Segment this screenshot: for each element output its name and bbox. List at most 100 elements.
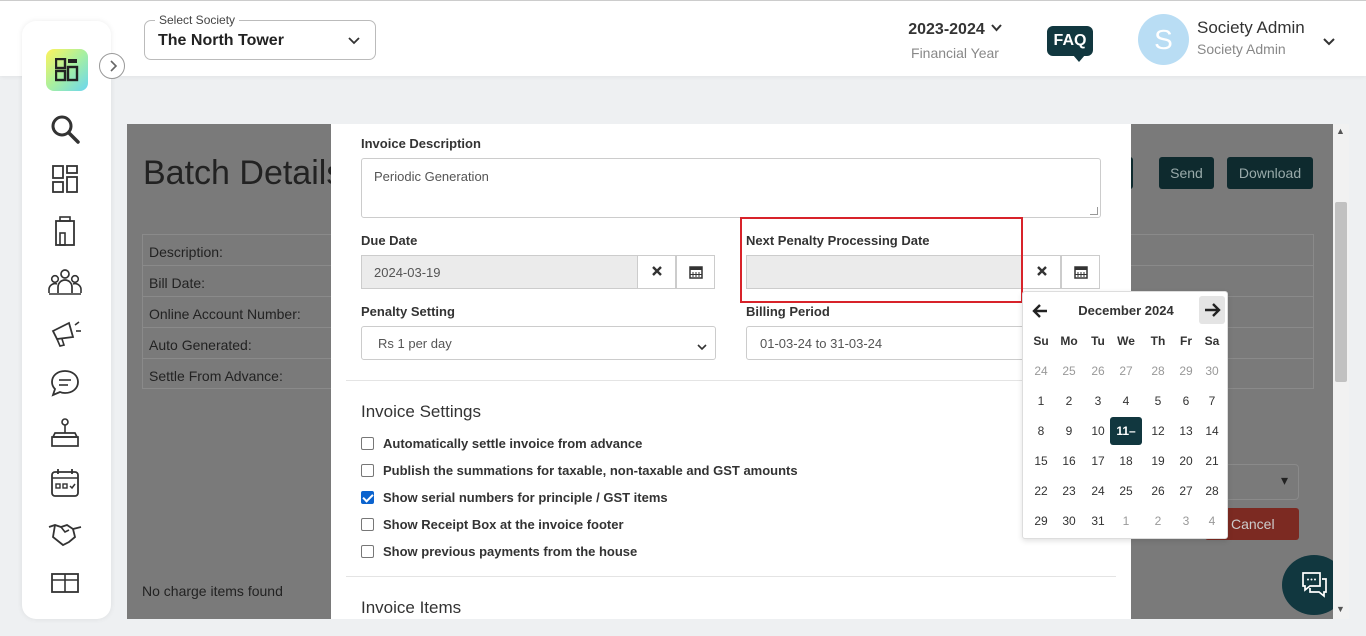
chat-icon bbox=[1298, 569, 1330, 601]
day-cell[interactable]: 6 bbox=[1173, 388, 1199, 414]
day-cell[interactable]: 18 bbox=[1113, 448, 1139, 474]
day-cell[interactable]: 3 bbox=[1173, 508, 1199, 534]
no-charge-items-text: No charge items found bbox=[142, 583, 283, 599]
day-cell[interactable]: 26 bbox=[1085, 358, 1111, 384]
download-button[interactable]: Download bbox=[1227, 157, 1313, 189]
invoice-settings-title: Invoice Settings bbox=[361, 402, 481, 422]
setting-publish-summations[interactable]: Publish the summations for taxable, non-… bbox=[361, 463, 798, 478]
search-icon[interactable] bbox=[47, 111, 83, 147]
scroll-up-icon[interactable]: ▲ bbox=[1336, 126, 1345, 136]
day-cell[interactable]: 13 bbox=[1173, 418, 1199, 444]
day-cell[interactable]: 22 bbox=[1028, 478, 1054, 504]
batch-details-table: Description: Bill Date: Online Account N… bbox=[142, 234, 332, 389]
day-cell[interactable]: 14 bbox=[1199, 418, 1225, 444]
day-cell[interactable]: 1 bbox=[1113, 508, 1139, 534]
society-select-label: Select Society bbox=[155, 13, 239, 27]
detail-row-label: Settle From Advance: bbox=[142, 358, 332, 389]
handshake-icon[interactable] bbox=[47, 515, 83, 551]
day-cell[interactable]: 8 bbox=[1028, 418, 1054, 444]
due-date-input[interactable]: 2024-03-19 bbox=[361, 255, 638, 289]
page-scrollbar[interactable]: ▲ ▼ bbox=[1333, 124, 1349, 619]
day-cell[interactable]: 29 bbox=[1173, 358, 1199, 384]
invoice-items-title: Invoice Items bbox=[361, 598, 461, 618]
checkbox[interactable] bbox=[361, 545, 374, 558]
day-cell[interactable]: 25 bbox=[1113, 478, 1139, 504]
day-cell[interactable]: 12 bbox=[1145, 418, 1171, 444]
chat-icon[interactable] bbox=[47, 365, 83, 401]
day-cell[interactable]: 7 bbox=[1199, 388, 1225, 414]
invoice-description-textarea[interactable]: Periodic Generation bbox=[361, 158, 1101, 218]
day-cell[interactable]: 31 bbox=[1085, 508, 1111, 534]
scroll-down-icon[interactable]: ▼ bbox=[1336, 604, 1345, 614]
building-icon[interactable] bbox=[47, 213, 83, 249]
announcement-icon[interactable] bbox=[47, 315, 83, 351]
day-cell[interactable]: 26 bbox=[1145, 478, 1171, 504]
avatar[interactable]: S bbox=[1138, 14, 1189, 65]
day-cell[interactable]: 5 bbox=[1145, 388, 1171, 414]
day-cell[interactable]: 24 bbox=[1028, 358, 1054, 384]
faq-button[interactable]: FAQ bbox=[1047, 26, 1093, 56]
society-select[interactable]: Select Society The North Tower bbox=[144, 20, 376, 60]
society-select-value: The North Tower bbox=[158, 32, 284, 50]
day-cell[interactable]: 27 bbox=[1173, 478, 1199, 504]
day-cell[interactable]: 16 bbox=[1056, 448, 1082, 474]
logo-icon[interactable] bbox=[46, 49, 88, 91]
day-cell[interactable]: 28 bbox=[1199, 478, 1225, 504]
sidebar-expand-button[interactable] bbox=[99, 53, 125, 79]
day-cell[interactable]: 19 bbox=[1145, 448, 1171, 474]
financial-year-selector[interactable]: 2023-2024 Financial Year bbox=[890, 19, 1020, 61]
people-icon[interactable] bbox=[47, 264, 83, 300]
send-button[interactable]: Send bbox=[1159, 157, 1214, 189]
day-cell[interactable]: 2 bbox=[1056, 388, 1082, 414]
day-cell[interactable]: 17 bbox=[1085, 448, 1111, 474]
service-icon[interactable] bbox=[47, 415, 83, 451]
penalty-setting-value: Rs 1 per day bbox=[378, 336, 452, 351]
user-menu-chevron-icon[interactable] bbox=[1322, 34, 1336, 52]
calendar-icon[interactable] bbox=[47, 465, 83, 501]
setting-show-receipt-box[interactable]: Show Receipt Box at the invoice footer bbox=[361, 517, 624, 532]
day-cell[interactable]: 25 bbox=[1056, 358, 1082, 384]
checkbox[interactable] bbox=[361, 518, 374, 531]
checkbox[interactable] bbox=[361, 464, 374, 477]
box-icon[interactable] bbox=[47, 565, 83, 601]
setting-show-previous-payments[interactable]: Show previous payments from the house bbox=[361, 544, 637, 559]
setting-auto-settle[interactable]: Automatically settle invoice from advanc… bbox=[361, 436, 642, 451]
divider bbox=[346, 380, 1116, 381]
day-cell[interactable]: 4 bbox=[1199, 508, 1225, 534]
weekday-header: Tu bbox=[1085, 328, 1111, 354]
day-cell[interactable]: 10 bbox=[1085, 418, 1111, 444]
checkbox[interactable] bbox=[361, 437, 374, 450]
weekday-header: We bbox=[1113, 328, 1139, 354]
day-cell[interactable]: 3 bbox=[1085, 388, 1111, 414]
day-cell[interactable]: 27 bbox=[1113, 358, 1139, 384]
day-cell[interactable]: 24 bbox=[1085, 478, 1111, 504]
dashboard-icon[interactable] bbox=[47, 161, 83, 197]
penalty-date-calendar-button[interactable] bbox=[1061, 255, 1100, 289]
day-cell-selected[interactable]: 11– bbox=[1110, 417, 1142, 445]
day-cell[interactable]: 9 bbox=[1056, 418, 1082, 444]
user-role: Society Admin bbox=[1197, 41, 1286, 57]
detail-row-label: Auto Generated: bbox=[142, 327, 332, 358]
due-date-calendar-button[interactable] bbox=[676, 255, 715, 289]
setting-show-serial-numbers[interactable]: Show serial numbers for principle / GST … bbox=[361, 490, 668, 505]
day-cell[interactable]: 2 bbox=[1145, 508, 1171, 534]
day-cell[interactable]: 28 bbox=[1145, 358, 1171, 384]
clear-penalty-date-button[interactable] bbox=[1022, 255, 1061, 289]
sidebar bbox=[22, 21, 111, 619]
day-cell[interactable]: 29 bbox=[1028, 508, 1054, 534]
day-cell[interactable]: 4 bbox=[1113, 388, 1139, 414]
checkbox-checked[interactable] bbox=[361, 491, 374, 504]
day-cell[interactable]: 30 bbox=[1199, 358, 1225, 384]
day-cell[interactable]: 23 bbox=[1056, 478, 1082, 504]
day-cell[interactable]: 21 bbox=[1199, 448, 1225, 474]
next-month-button[interactable] bbox=[1199, 296, 1225, 324]
scrollbar-thumb[interactable] bbox=[1335, 202, 1347, 382]
penalty-setting-select[interactable]: Rs 1 per day bbox=[361, 326, 716, 360]
day-cell[interactable]: 20 bbox=[1173, 448, 1199, 474]
clear-due-date-button[interactable] bbox=[637, 255, 676, 289]
day-cell[interactable]: 30 bbox=[1056, 508, 1082, 534]
chevron-down-icon bbox=[991, 19, 1002, 37]
calendar-icon bbox=[689, 265, 703, 279]
day-cell[interactable]: 15 bbox=[1028, 448, 1054, 474]
day-cell[interactable]: 1 bbox=[1028, 388, 1054, 414]
